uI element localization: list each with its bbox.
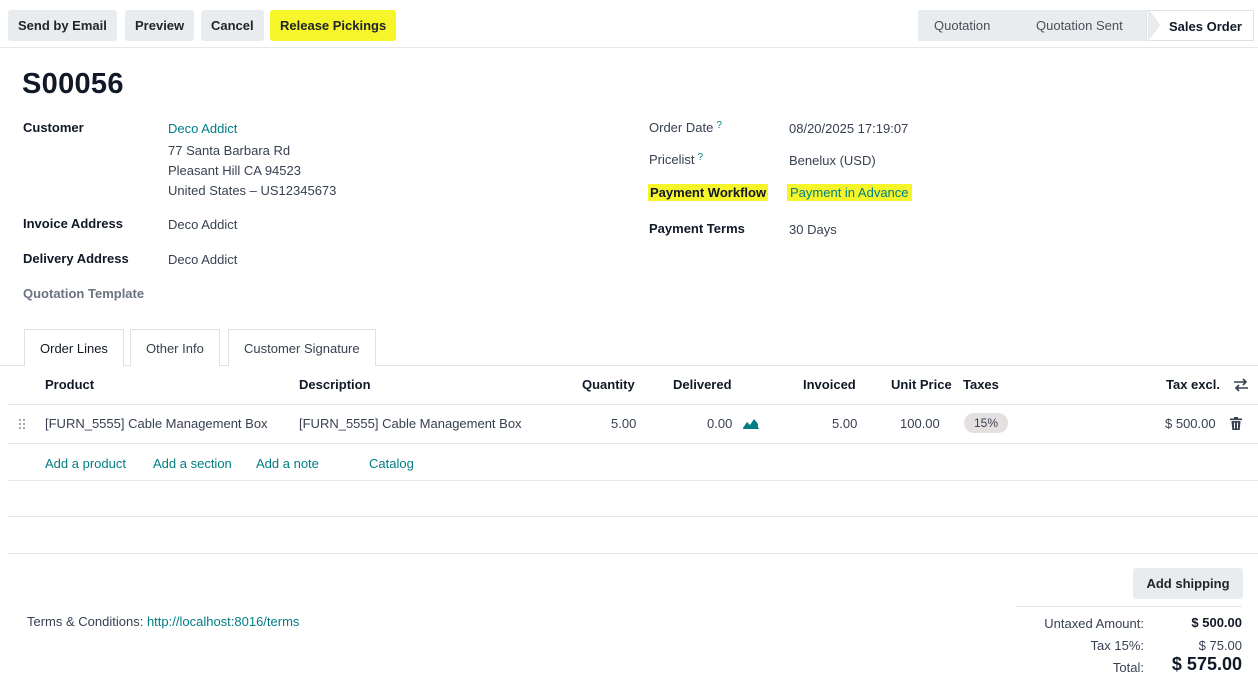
row-divider <box>8 443 1258 444</box>
add-shipping-button[interactable]: Add shipping <box>1133 568 1243 599</box>
cancel-button[interactable]: Cancel <box>201 10 264 41</box>
payment-terms-label: Payment Terms <box>649 221 745 236</box>
help-icon[interactable]: ? <box>716 120 722 131</box>
tab-other-info[interactable]: Other Info <box>130 329 220 366</box>
col-header-invoiced[interactable]: Invoiced <box>803 377 856 392</box>
pricelist-field[interactable]: Benelux (USD) <box>789 153 876 168</box>
tab-order-lines[interactable]: Order Lines <box>24 329 124 367</box>
tax-value: $ 75.00 <box>1198 638 1242 653</box>
untaxed-amount-value: $ 500.00 <box>1191 615 1242 630</box>
status-step-label: Sales Order <box>1169 19 1242 34</box>
status-arrow <box>1018 10 1029 40</box>
col-header-product[interactable]: Product <box>45 377 94 392</box>
terms-prefix: Terms & Conditions: <box>27 614 144 629</box>
send-by-email-button[interactable]: Send by Email <box>8 10 117 41</box>
cell-unit-price[interactable]: 100.00 <box>900 416 940 431</box>
quotation-template-label: Quotation Template <box>23 286 145 301</box>
preview-button[interactable]: Preview <box>125 10 195 41</box>
total-value: $ 575.00 <box>1171 654 1242 674</box>
customer-address-line1: 77 Santa Barbara Rd <box>168 143 291 158</box>
customer-address-line2: Pleasant Hill CA 94523 <box>168 163 301 178</box>
status-step-quotation-sent[interactable]: Quotation Sent <box>1016 9 1160 41</box>
status-step-quotation[interactable]: Quotation <box>918 10 1029 41</box>
cell-description[interactable]: [FURN_5555] Cable Management Box <box>299 416 522 431</box>
add-note-link[interactable]: Add a note <box>256 456 319 471</box>
trash-icon[interactable] <box>1230 417 1242 430</box>
payment-terms-field[interactable]: 30 Days <box>789 222 837 237</box>
col-header-quantity[interactable]: Quantity <box>582 377 635 392</box>
status-step-sales-order[interactable]: Sales Order <box>1146 10 1254 41</box>
payment-workflow-field[interactable]: Payment in Advance <box>787 184 912 201</box>
tab-customer-signature[interactable]: Customer Signature <box>228 329 376 366</box>
catalog-link[interactable]: Catalog <box>369 456 414 471</box>
total-label: Total: <box>1112 660 1144 675</box>
untaxed-amount-label: Untaxed Amount: <box>1044 616 1144 631</box>
cell-product[interactable]: [FURN_5555] Cable Management Box <box>45 416 268 431</box>
col-header-description[interactable]: Description <box>299 377 371 392</box>
column-settings-icon[interactable] <box>1233 378 1249 392</box>
col-header-unit-price[interactable]: Unit Price <box>891 377 952 392</box>
invoice-address-label: Invoice Address <box>23 216 123 231</box>
drag-handle-icon[interactable] <box>18 418 26 430</box>
terms-and-conditions: Terms & Conditions: http://localhost:801… <box>27 614 299 629</box>
status-step-label: Quotation <box>934 18 991 33</box>
customer-link[interactable]: Deco Addict <box>168 121 237 136</box>
order-date-label: Order Date? <box>649 120 722 135</box>
cell-delivered: 0.00 <box>707 416 733 431</box>
order-date-field[interactable]: 08/20/2025 17:19:07 <box>789 121 908 136</box>
invoice-address-field[interactable]: Deco Addict <box>168 217 237 232</box>
row-divider <box>8 480 1258 481</box>
cell-subtotal: $ 500.00 <box>1165 416 1216 431</box>
notebook-tabs: Order Lines Other Info Customer Signatur… <box>0 329 1258 367</box>
pricelist-label: Pricelist? <box>649 152 703 167</box>
status-arrow <box>1148 10 1159 40</box>
customer-label: Customer <box>23 120 84 135</box>
delivery-address-field[interactable]: Deco Addict <box>168 252 237 267</box>
col-header-delivered[interactable]: Delivered <box>673 377 732 392</box>
tax-badge[interactable]: 15% <box>964 413 1009 433</box>
add-section-link[interactable]: Add a section <box>153 456 232 471</box>
row-divider <box>8 404 1258 405</box>
payment-workflow-label: Payment Workflow <box>648 184 769 201</box>
customer-address-line3: United States – US12345673 <box>168 183 337 198</box>
help-icon[interactable]: ? <box>698 152 704 163</box>
totals-divider <box>1016 606 1242 607</box>
pricelist-label-text: Pricelist <box>649 152 695 167</box>
order-date-label-text: Order Date <box>649 120 714 135</box>
cell-invoiced: 5.00 <box>832 416 858 431</box>
col-header-taxes[interactable]: Taxes <box>963 377 999 392</box>
record-title: S00056 <box>22 68 124 100</box>
row-divider <box>8 516 1258 517</box>
release-pickings-button[interactable]: Release Pickings <box>270 10 397 41</box>
control-panel: Send by Email Preview Cancel Release Pic… <box>0 0 1258 48</box>
row-divider <box>8 553 1258 554</box>
delivery-address-label: Delivery Address <box>23 251 129 266</box>
status-step-label: Quotation Sent <box>1036 18 1123 33</box>
cell-quantity[interactable]: 5.00 <box>611 416 636 431</box>
forecast-chart-icon[interactable] <box>743 417 759 429</box>
terms-link[interactable]: http://localhost:8016/terms <box>147 614 299 629</box>
add-product-link[interactable]: Add a product <box>45 456 126 471</box>
col-header-tax-excl[interactable]: Tax excl. <box>1166 377 1220 392</box>
tax-label: Tax 15%: <box>1090 638 1144 653</box>
